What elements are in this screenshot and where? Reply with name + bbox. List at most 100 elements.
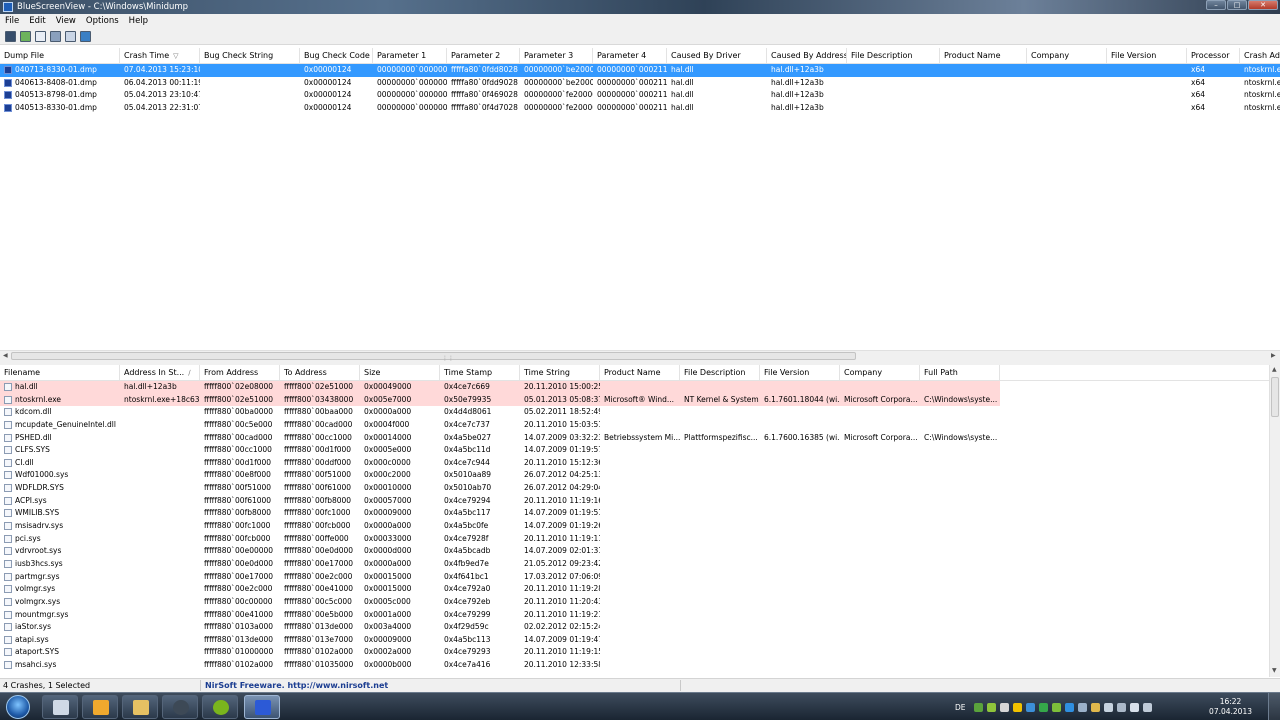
crash-row[interactable]: 040513-8798-01.dmp 05.04.2013 23:10:47 0x0… xyxy=(0,89,1280,102)
column-header-company[interactable]: Company xyxy=(840,365,920,381)
column-header-from-address[interactable]: From Address xyxy=(200,365,280,381)
scroll-right-icon[interactable]: ▶ xyxy=(1271,352,1276,359)
menu-file[interactable]: File xyxy=(0,16,24,26)
driver-row[interactable]: msisadrv.sys fffff880`00fc1000 fffff880`00… xyxy=(0,520,1269,533)
tray-app-icon[interactable] xyxy=(1077,702,1087,712)
driver-row[interactable]: mountmgr.sys fffff880`00e41000 fffff880`00… xyxy=(0,609,1269,622)
column-header-processor[interactable]: Processor xyxy=(1187,48,1240,64)
tray-app-icon[interactable] xyxy=(1090,702,1100,712)
flag-icon[interactable] xyxy=(1129,702,1139,712)
driver-row[interactable]: partmgr.sys fffff880`00e17000 fffff880`00e… xyxy=(0,571,1269,584)
crash-row[interactable]: 040513-8330-01.dmp 05.04.2013 22:31:07 0x0… xyxy=(0,102,1280,115)
menu-options[interactable]: Options xyxy=(81,16,124,26)
tray-app-icon[interactable] xyxy=(1051,702,1061,712)
column-header-parameter-2[interactable]: Parameter 2 xyxy=(447,48,520,64)
column-header-time-stamp[interactable]: Time Stamp xyxy=(440,365,520,381)
menu-edit[interactable]: Edit xyxy=(24,16,50,26)
column-header-parameter-3[interactable]: Parameter 3 xyxy=(520,48,593,64)
exit-icon[interactable] xyxy=(80,30,91,42)
column-header-file-version[interactable]: File Version xyxy=(760,365,840,381)
driver-row[interactable]: PSHED.dll fffff880`00cad000 fffff880`00cc1… xyxy=(0,432,1269,445)
driver-row[interactable]: ataport.SYS fffff880`01000000 fffff880`010… xyxy=(0,646,1269,659)
driver-row[interactable]: vdrvroot.sys fffff880`00e00000 fffff880`00… xyxy=(0,545,1269,558)
crash-row[interactable]: 040713-8330-01.dmp 07.04.2013 15:23:10 0x0… xyxy=(0,64,1280,77)
html-report-icon[interactable] xyxy=(65,30,76,42)
column-header-full-path[interactable]: Full Path xyxy=(920,365,1000,381)
column-header-parameter-4[interactable]: Parameter 4 xyxy=(593,48,667,64)
volume-icon[interactable] xyxy=(1142,702,1152,712)
driver-row[interactable]: iusb3hcs.sys fffff880`00e0d000 fffff880`00… xyxy=(0,558,1269,571)
close-button[interactable]: ✕ xyxy=(1248,0,1278,10)
column-header-size[interactable]: Size xyxy=(360,365,440,381)
file-explorer-icon[interactable] xyxy=(122,695,158,719)
column-header-caused-by-address[interactable]: Caused By Address xyxy=(767,48,847,64)
refresh-icon[interactable] xyxy=(20,30,31,42)
driver-row[interactable]: Wdf01000.sys fffff880`00e8f000 fffff880`00… xyxy=(0,469,1269,482)
start-button-icon[interactable] xyxy=(6,695,30,719)
language-indicator[interactable]: DE xyxy=(955,703,966,712)
column-header-caused-by-driver[interactable]: Caused By Driver xyxy=(667,48,767,64)
column-header-filename[interactable]: Filename xyxy=(0,365,120,381)
driver-row[interactable]: WDFLDR.SYS fffff880`00f51000 fffff880`00f6… xyxy=(0,482,1269,495)
horizontal-scrollbar[interactable]: ◀ ⋮⋮ ▶ xyxy=(0,350,1280,362)
driver-row[interactable]: mcupdate_GenuineIntel.dll fffff880`00c5e0… xyxy=(0,419,1269,432)
driver-row[interactable]: WMILIB.SYS fffff880`00fb8000 fffff880`00fc… xyxy=(0,507,1269,520)
nirsoft-link[interactable]: NirSoft Freeware. http://www.nirsoft.net xyxy=(205,681,388,690)
driver-row[interactable]: kdcom.dll fffff880`00ba0000 fffff880`00baa… xyxy=(0,406,1269,419)
tray-app-icon[interactable] xyxy=(1064,702,1074,712)
vertical-scroll-thumb[interactable] xyxy=(1271,377,1279,417)
horizontal-scroll-thumb[interactable]: ⋮⋮ xyxy=(11,352,856,362)
minimize-button[interactable]: – xyxy=(1206,0,1226,10)
scroll-up-icon[interactable]: ▲ xyxy=(1272,366,1277,373)
column-header-company[interactable]: Company xyxy=(1027,48,1107,64)
driver-row[interactable]: iaStor.sys fffff880`0103a000 fffff880`013d… xyxy=(0,621,1269,634)
explorer-window-icon[interactable] xyxy=(42,695,78,719)
scroll-left-icon[interactable]: ◀ xyxy=(3,352,8,359)
driver-row[interactable]: volmgr.sys fffff880`00e2c000 fffff880`00e4… xyxy=(0,583,1269,596)
spotify-icon[interactable] xyxy=(202,695,238,719)
driver-row[interactable]: ntoskrnl.exe ntoskrnl.exe+18c633 fffff800`… xyxy=(0,393,1269,407)
tray-app-icon[interactable] xyxy=(1103,702,1113,712)
clock[interactable]: 16:22 07.04.2013 xyxy=(1209,697,1252,717)
column-header-product-name[interactable]: Product Name xyxy=(940,48,1027,64)
network-icon[interactable] xyxy=(1116,702,1126,712)
crash-row[interactable]: 040613-8408-01.dmp 06.04.2013 00:11:19 0x0… xyxy=(0,77,1280,90)
tray-app-icon[interactable] xyxy=(999,702,1009,712)
bluescreenview-icon[interactable] xyxy=(244,695,280,719)
copy-icon[interactable] xyxy=(35,30,46,42)
driver-row[interactable]: ACPI.sys fffff880`00f61000 fffff880`00fb80… xyxy=(0,495,1269,508)
column-header-file-description[interactable]: File Description xyxy=(847,48,940,64)
tray-app-icon[interactable] xyxy=(1038,702,1048,712)
menu-view[interactable]: View xyxy=(51,16,81,26)
show-desktop-button[interactable] xyxy=(1268,693,1280,720)
driver-row[interactable]: hal.dll hal.dll+12a3b fffff800`02e08000 fff… xyxy=(0,381,1269,394)
driver-row[interactable]: CI.dll fffff880`00d1f000 fffff880`00ddf000… xyxy=(0,457,1269,470)
driver-row[interactable]: msahci.sys fffff880`0102a000 fffff880`0103… xyxy=(0,659,1269,672)
steam-icon[interactable] xyxy=(162,695,198,719)
column-header-dump-file[interactable]: Dump File xyxy=(0,48,120,64)
driver-row[interactable]: CLFS.SYS fffff880`00cc1000 fffff880`00d1f0… xyxy=(0,444,1269,457)
column-header-address-in-st[interactable]: Address In St... ∕ xyxy=(120,365,200,381)
column-header-file-version[interactable]: File Version xyxy=(1107,48,1187,64)
scroll-down-icon[interactable]: ▼ xyxy=(1272,667,1277,674)
properties-icon[interactable] xyxy=(50,30,61,42)
tray-app-icon[interactable] xyxy=(973,702,983,712)
driver-row[interactable]: volmgrx.sys fffff880`00c00000 fffff880`00c… xyxy=(0,596,1269,609)
column-header-bug-check-code[interactable]: Bug Check Code xyxy=(300,48,373,64)
tray-app-icon[interactable] xyxy=(1012,702,1022,712)
column-header-time-string[interactable]: Time String xyxy=(520,365,600,381)
column-header-product-name[interactable]: Product Name xyxy=(600,365,680,381)
column-header-crash-time[interactable]: Crash Time ▽ xyxy=(120,48,200,64)
tray-app-icon[interactable] xyxy=(986,702,996,712)
tray-app-icon[interactable] xyxy=(1025,702,1035,712)
outlook-icon[interactable] xyxy=(82,695,118,719)
driver-row[interactable]: pci.sys fffff880`00fcb000 fffff880`00ffe00… xyxy=(0,533,1269,546)
column-header-crash-ad[interactable]: Crash Ad xyxy=(1240,48,1280,64)
column-header-bug-check-string[interactable]: Bug Check String xyxy=(200,48,300,64)
driver-row[interactable]: atapi.sys fffff880`013de000 fffff880`013e7… xyxy=(0,634,1269,647)
column-header-file-description[interactable]: File Description xyxy=(680,365,760,381)
menu-help[interactable]: Help xyxy=(124,16,153,26)
vertical-scrollbar[interactable]: ▲ ▼ xyxy=(1269,365,1280,677)
column-header-parameter-1[interactable]: Parameter 1 xyxy=(373,48,447,64)
save-icon[interactable] xyxy=(5,30,16,42)
